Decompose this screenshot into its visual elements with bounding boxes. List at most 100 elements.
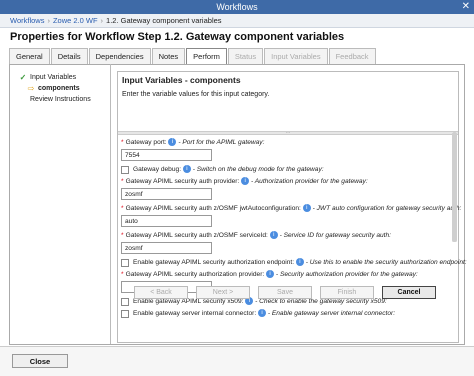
tab-perform[interactable]: Perform (186, 48, 227, 64)
required-marker: * (121, 205, 124, 212)
arrow-right-icon: ⇨ (27, 84, 35, 93)
tab-general[interactable]: General (9, 48, 50, 64)
tab-feedback: Feedback (328, 48, 376, 64)
variable-field: * Gateway APIML security auth z/OSMF serv… (121, 231, 452, 254)
field-label-row: * Gateway APIML security auth provider: i… (121, 177, 452, 186)
variable-field: Enable gateway server internal connector… (121, 309, 452, 318)
next-button[interactable]: Next > (196, 286, 250, 299)
field-label: Enable gateway APIML security x509: (133, 298, 244, 305)
text-input[interactable]: auto (121, 215, 212, 227)
field-hint: - Enable gateway server internal connect… (267, 310, 396, 317)
field-hint: - Security authorization provider for th… (275, 271, 418, 278)
nav-item-input-variables[interactable]: ✓ Input Variables (10, 73, 110, 83)
back-button[interactable]: < Back (134, 286, 188, 299)
field-label-text: Gateway debug: i - Switch on the debug m… (133, 165, 324, 174)
field-hint: - Port for the APIML gateway: (178, 139, 265, 146)
field-label-row: Enable gateway APIML security authorizat… (121, 258, 467, 267)
nav-label: Input Variables (30, 74, 77, 81)
footer-bar: Close (0, 346, 474, 376)
field-label: Gateway debug: (133, 166, 182, 173)
window-titlebar: Workflows ✕ (0, 0, 474, 14)
field-label-row: * Gateway APIML security auth z/OSMF jwtA… (121, 204, 461, 213)
tab-input-variables: Input Variables (264, 48, 328, 64)
variable-field: Enable gateway APIML security authorizat… (121, 258, 467, 267)
breadcrumb-current: 1.2. Gateway component variables (106, 16, 222, 25)
scrollbar[interactable] (452, 132, 457, 242)
field-hint: - Authorization provider for the gateway… (251, 178, 368, 185)
field-label-text: * Gateway APIML security auth provider: i… (121, 177, 368, 186)
required-marker: * (121, 178, 124, 185)
field-label-row: Gateway debug: i - Switch on the debug m… (121, 165, 452, 174)
nav-label: Review Instructions (30, 96, 91, 103)
field-label-text: Enable gateway server internal connector… (133, 309, 395, 318)
check-icon: ✓ (19, 73, 27, 82)
field-label: Gateway APIML security auth provider: (125, 178, 240, 185)
variable-field: * Gateway APIML security auth provider: i… (121, 177, 452, 200)
help-icon[interactable]: i (168, 138, 177, 147)
field-label-row: * Gateway APIML security auth z/OSMF serv… (121, 231, 452, 240)
breadcrumb-workflow[interactable]: Zowe 2.0 WF (53, 16, 98, 25)
field-label-row: * Gateway APIML security authorization pr… (121, 270, 452, 279)
field-label-row: * Gateway port: i - Port for the APIML ga… (121, 138, 452, 147)
nav-item-review-instructions[interactable]: Review Instructions (10, 95, 110, 105)
input-variables-panel: Input Variables - components Enter the v… (117, 71, 467, 343)
variable-field: * Gateway APIML security auth z/OSMF jwtA… (121, 204, 461, 227)
close-icon[interactable]: ✕ (462, 0, 470, 14)
field-label-text: * Gateway APIML security auth z/OSMF serv… (121, 231, 391, 240)
field-label-text: * Gateway APIML security authorization pr… (121, 270, 418, 279)
variable-field: Gateway debug: i - Switch on the debug m… (121, 165, 452, 174)
step-navigator: ✓ Input Variables ⇨ components Review Instru… (10, 64, 111, 344)
help-icon[interactable]: i (241, 177, 250, 186)
required-marker: * (121, 271, 124, 278)
cancel-button[interactable]: Cancel (382, 286, 436, 299)
field-label: Gateway APIML security auth z/OSMF servi… (125, 232, 268, 239)
panel-title: Input Variables - components (122, 75, 241, 85)
help-icon[interactable]: i (266, 270, 275, 279)
tab-notes[interactable]: Notes (151, 48, 186, 64)
help-icon[interactable]: i (258, 309, 266, 318)
text-input[interactable]: zosmf (121, 188, 212, 200)
nav-item-components[interactable]: ⇨ components (10, 84, 110, 94)
help-icon[interactable]: i (182, 165, 191, 174)
window-title: Workflows (216, 2, 258, 12)
field-hint: - JWT auto configuration for gateway sec… (312, 205, 462, 212)
breadcrumb-workflows[interactable]: Workflows (10, 16, 44, 25)
text-input[interactable]: 7554 (121, 149, 212, 161)
wizard-buttons: < Back Next > Save Finish Cancel (118, 286, 458, 299)
help-icon[interactable]: i (302, 204, 311, 213)
field-hint: - Use this to enable the security author… (305, 259, 467, 266)
field-label: Gateway APIML security authorization pro… (125, 271, 265, 278)
checkbox[interactable] (121, 309, 129, 318)
tab-dependencies[interactable]: Dependencies (88, 48, 151, 64)
panel-description: Enter the variable values for this input… (122, 91, 270, 98)
variable-field: * Gateway port: i - Port for the APIML ga… (121, 138, 452, 161)
tab-details[interactable]: Details (50, 48, 88, 64)
close-button[interactable]: Close (12, 354, 68, 368)
help-icon[interactable]: i (269, 231, 278, 240)
tab-content: ✓ Input Variables ⇨ components Review Instru… (9, 64, 467, 345)
scrollbar-thumb[interactable] (452, 132, 457, 242)
required-marker: * (121, 139, 124, 146)
finish-button[interactable]: Finish (320, 286, 374, 299)
checkbox[interactable] (121, 165, 129, 174)
tab-bar: General Details Dependencies Notes Perform St… (9, 48, 377, 64)
text-input[interactable]: zosmf (121, 242, 212, 254)
save-button[interactable]: Save (258, 286, 312, 299)
field-hint: - Check to enable the gateway security x… (255, 298, 387, 305)
page-title: Properties for Workflow Step 1.2. Gatewa… (10, 31, 345, 43)
field-label-text: Enable gateway APIML security authorizat… (133, 258, 467, 267)
field-label: Enable gateway server internal connector… (133, 310, 257, 317)
tab-status: Status (227, 48, 264, 64)
field-label-text: * Gateway port: i - Port for the APIML ga… (121, 138, 265, 147)
field-label-text: * Gateway APIML security auth z/OSMF jwtA… (121, 204, 462, 213)
field-label: Enable gateway APIML security authorizat… (133, 259, 295, 266)
field-label: Gateway APIML security auth z/OSMF jwtAu… (125, 205, 301, 212)
checkbox[interactable] (121, 258, 129, 267)
field-hint: - Switch on the debug mode for the gatew… (192, 166, 324, 173)
field-label-row: Enable gateway server internal connector… (121, 309, 452, 318)
field-hint: - Service ID for gateway security auth: (279, 232, 391, 239)
help-icon[interactable]: i (295, 258, 304, 267)
breadcrumb: Workflows › Zowe 2.0 WF › 1.2. Gateway compo… (0, 14, 474, 28)
nav-label: components (38, 85, 80, 92)
required-marker: * (121, 232, 124, 239)
